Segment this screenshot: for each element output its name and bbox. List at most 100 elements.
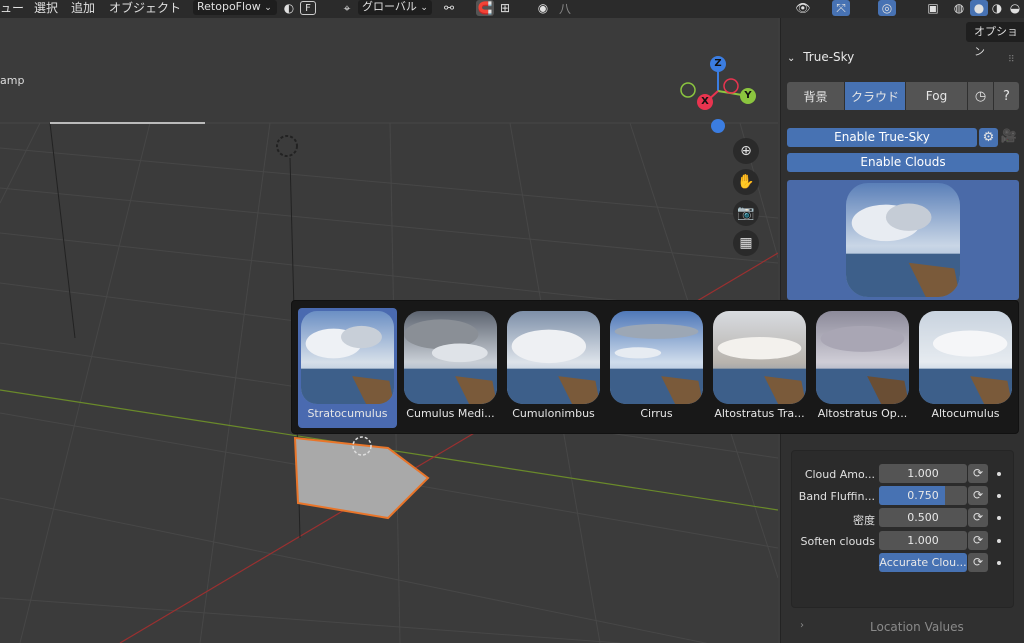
navigation-gizmo[interactable]: Z Y X bbox=[676, 54, 766, 134]
clock-icon[interactable]: ◷ bbox=[968, 82, 994, 110]
chevron-down-icon: ⌄ bbox=[420, 3, 428, 13]
transform-orientation-icon: ⌖ bbox=[343, 0, 351, 15]
preset-label: Cumulus Medi... bbox=[406, 407, 495, 420]
cloud-preset-gallery: Stratocumulus Cumulus Medi... Cumulonimb… bbox=[291, 300, 1019, 434]
cloud-amount-field[interactable]: 1.000 bbox=[879, 464, 967, 483]
soften-clouds-label: Soften clouds bbox=[800, 535, 875, 548]
chevron-down-icon: ⌄ bbox=[264, 3, 272, 13]
overlay-toggle-icon[interactable]: ◎ bbox=[878, 0, 896, 16]
preset-thumbnail bbox=[816, 311, 909, 404]
enable-clouds-button[interactable]: Enable Clouds bbox=[787, 153, 1019, 172]
camera-view-icon[interactable]: 📷 bbox=[733, 200, 759, 226]
band-fluffiness-label: Band Fluffin... bbox=[798, 490, 875, 503]
preset-thumbnail bbox=[404, 311, 497, 404]
keyframe-dot-icon[interactable] bbox=[997, 472, 1001, 476]
gizmo-z-axis[interactable]: Z bbox=[710, 56, 726, 72]
viewport-header: ュー 選択 追加 オブジェクト RetopoFlow ⌄ ◐ F ⌖ グローバル… bbox=[0, 0, 1024, 18]
panel-header[interactable]: ⌄ True-Sky bbox=[787, 50, 854, 64]
menu-add[interactable]: 追加 bbox=[71, 0, 95, 18]
material-shading-icon[interactable]: ◑ bbox=[988, 0, 1006, 16]
chevron-down-icon: ⌄ bbox=[787, 53, 796, 64]
preset-label: Stratocumulus bbox=[307, 407, 388, 420]
location-values-label: Location Values bbox=[870, 620, 964, 634]
keyframe-dot-icon[interactable] bbox=[997, 516, 1001, 520]
keyframe-dot-icon[interactable] bbox=[997, 494, 1001, 498]
reset-band-fluffiness-icon[interactable]: ⟳ bbox=[968, 486, 988, 505]
wireframe-shading-icon[interactable]: ◍ bbox=[950, 0, 968, 16]
proportional-edit-icon[interactable]: ◉ bbox=[534, 0, 552, 16]
retopoflow-icon[interactable]: ◐ bbox=[280, 0, 298, 16]
gizmo-y-axis[interactable]: Y bbox=[740, 88, 756, 104]
panel-title: True-Sky bbox=[803, 50, 855, 64]
density-field[interactable]: 0.500 bbox=[879, 508, 967, 527]
reset-density-icon[interactable]: ⟳ bbox=[968, 508, 988, 527]
keyframe-dot-icon[interactable] bbox=[997, 561, 1001, 565]
preset-altocumulus[interactable]: Altocumulus bbox=[916, 308, 1015, 428]
solid-shading-icon[interactable]: ● bbox=[970, 0, 988, 16]
preset-stratocumulus[interactable]: Stratocumulus bbox=[298, 308, 397, 428]
accurate-clouds-label: Accurate Clou... bbox=[879, 556, 967, 569]
pivot-icon[interactable]: ⚯ bbox=[440, 0, 458, 16]
preset-cumulonimbus[interactable]: Cumulonimbus bbox=[504, 308, 603, 428]
retopoflow-label: RetopoFlow bbox=[197, 0, 261, 13]
tab-background[interactable]: 背景 bbox=[787, 82, 845, 110]
menu-select[interactable]: 選択 bbox=[34, 0, 58, 18]
visibility-icon[interactable]: 👁 bbox=[794, 0, 812, 16]
tab-fog[interactable]: Fog bbox=[906, 82, 968, 110]
cloud-preset-preview[interactable] bbox=[787, 180, 1019, 300]
sky-preview-image bbox=[846, 183, 960, 297]
chevron-right-icon: › bbox=[800, 620, 804, 631]
preset-label: Altostratus Op... bbox=[817, 407, 908, 420]
keyframe-dot-icon[interactable] bbox=[997, 539, 1001, 543]
reset-cloud-amount-icon[interactable]: ⟳ bbox=[968, 464, 988, 483]
movie-camera-icon[interactable]: 🎥 bbox=[999, 127, 1019, 147]
f-button[interactable]: F bbox=[300, 1, 316, 15]
density-label: 密度 bbox=[853, 514, 875, 527]
retopoflow-dropdown[interactable]: RetopoFlow ⌄ bbox=[193, 0, 277, 15]
preset-thumbnail bbox=[507, 311, 600, 404]
band-fluffiness-value: 0.750 bbox=[907, 489, 939, 502]
gizmo-x-axis[interactable]: X bbox=[697, 94, 713, 110]
proportional-label: 八 bbox=[558, 1, 571, 16]
preset-thumbnail bbox=[610, 311, 703, 404]
tab-clouds[interactable]: クラウド bbox=[845, 82, 906, 110]
xray-icon[interactable]: ▣ bbox=[924, 0, 942, 16]
pan-hand-icon[interactable]: ✋ bbox=[733, 169, 759, 195]
enable-truesky-button[interactable]: Enable True-Sky bbox=[787, 128, 977, 147]
orientation-label: グローバル bbox=[362, 0, 417, 13]
preset-thumbnail bbox=[301, 311, 394, 404]
preset-altostratus-translucidus[interactable]: Altostratus Tra... bbox=[710, 308, 809, 428]
cloud-amount-value: 1.000 bbox=[907, 467, 939, 480]
density-value: 0.500 bbox=[907, 511, 939, 524]
options-tab[interactable]: オプション bbox=[966, 22, 1024, 58]
gear-icon[interactable]: ⚙ bbox=[979, 128, 998, 147]
drag-grip-icon[interactable]: ⠿ bbox=[1008, 55, 1015, 65]
location-values-header[interactable]: › Location Values bbox=[790, 618, 1020, 638]
menu-view[interactable]: ュー bbox=[0, 0, 24, 18]
gizmo-toggle-icon[interactable]: ⤧ bbox=[832, 0, 850, 16]
reset-soften-clouds-icon[interactable]: ⟳ bbox=[968, 531, 988, 550]
snap-icon[interactable]: 🧲 bbox=[476, 0, 494, 16]
preset-cirrus[interactable]: Cirrus bbox=[607, 308, 706, 428]
cloud-amount-label: Cloud Amo... bbox=[804, 468, 875, 481]
preset-label: Altocumulus bbox=[931, 407, 1000, 420]
preset-label: Cirrus bbox=[640, 407, 673, 420]
preset-cumulus-mediocris[interactable]: Cumulus Medi... bbox=[401, 308, 500, 428]
accurate-clouds-button[interactable]: Accurate Clou... bbox=[879, 553, 967, 572]
preset-altostratus-opacus[interactable]: Altostratus Op... bbox=[813, 308, 912, 428]
f-label: F bbox=[305, 2, 311, 14]
rendered-shading-icon[interactable]: ◒ bbox=[1006, 0, 1024, 16]
help-icon[interactable]: ? bbox=[994, 82, 1019, 110]
menu-object[interactable]: オブジェクト bbox=[109, 0, 181, 18]
band-fluffiness-field[interactable]: 0.750 bbox=[879, 486, 967, 505]
orientation-dropdown[interactable]: グローバル ⌄ bbox=[358, 0, 432, 15]
reset-accurate-clouds-icon[interactable]: ⟳ bbox=[968, 553, 988, 572]
preset-thumbnail bbox=[713, 311, 806, 404]
snap-increment-icon[interactable]: ⊞ bbox=[496, 0, 514, 16]
perspective-grid-icon[interactable]: ▦ bbox=[733, 230, 759, 256]
proportional-falloff[interactable]: 八 bbox=[556, 0, 574, 16]
soften-clouds-value: 1.000 bbox=[907, 534, 939, 547]
soften-clouds-field[interactable]: 1.000 bbox=[879, 531, 967, 550]
zoom-icon[interactable]: ⊕ bbox=[733, 138, 759, 164]
preset-label: Cumulonimbus bbox=[512, 407, 595, 420]
